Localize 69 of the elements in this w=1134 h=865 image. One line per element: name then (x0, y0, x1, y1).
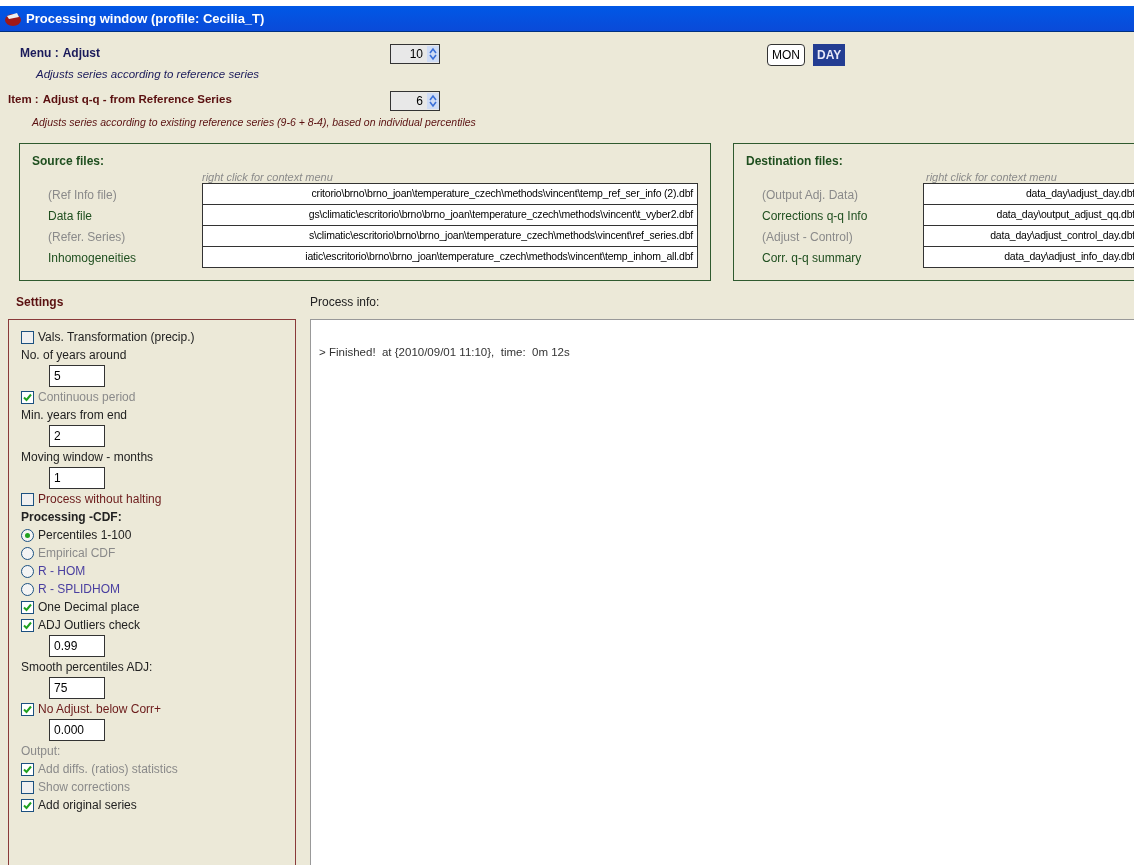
checkbox[interactable] (21, 492, 34, 506)
setting-heading: Processing -CDF: (21, 509, 123, 526)
radio-button[interactable] (21, 564, 34, 578)
setting-label: Min. years from end (21, 407, 129, 424)
file-path-field[interactable]: gs\climatic\escritorio\brno\brno_joan\temperature_czech\methods\vincent\t_vyber2.dbf (202, 204, 698, 226)
file-label: (Refer. Series) (47, 228, 127, 246)
setting-label: Moving window - months (21, 449, 155, 466)
checkbox-checked[interactable] (21, 390, 34, 404)
setting-label: No. of years around (21, 347, 128, 364)
number-field[interactable]: 5 (49, 365, 105, 387)
log-line: > Finished! at {2010/09/01 11:10}, time: 0m 12s (319, 345, 571, 360)
radio-label: Percentiles 1-100 (38, 527, 132, 544)
checkbox-label: Show corrections (38, 779, 131, 796)
item-value: Adjust q-q - from Reference Series (42, 92, 232, 108)
checkbox-checked[interactable] (21, 798, 34, 812)
number-field[interactable]: 0.000 (49, 719, 105, 741)
checkbox-label: No Adjust. below Corr+ (38, 701, 162, 718)
spin-arrows-icon (427, 93, 439, 110)
settings-title: Settings (15, 294, 65, 311)
radio-label: R - HOM (38, 563, 86, 580)
checkbox-checked[interactable] (21, 762, 34, 776)
process-info-title: Process info: (310, 294, 381, 311)
number-field[interactable]: 0.99 (49, 635, 105, 657)
window-title: Processing window (profile: Cecilia_T) (26, 9, 265, 28)
hint-text: right click for context menu (926, 170, 1057, 184)
menu-value: Adjust (62, 45, 100, 62)
file-label: Corrections q-q Info (761, 207, 869, 225)
file-label: (Ref Info file) (47, 186, 118, 204)
file-path-field[interactable]: iatic\escritorio\brno\brno_joan\temperature_czech\methods\vincent\temp_inhom_all.dbf (202, 246, 698, 268)
period-toggle[interactable]: DAY (813, 44, 846, 66)
spin-arrows-icon (427, 46, 439, 62)
file-label: Inhomogeneities (47, 249, 138, 267)
checkbox-label: Continuous period (38, 389, 136, 406)
checkbox-checked[interactable] (21, 618, 34, 632)
menu-description: Adjusts series according to reference series (34, 67, 261, 82)
number-spinner[interactable]: 10 (390, 44, 440, 64)
number-field[interactable]: 75 (49, 677, 105, 699)
radio-label: R - SPLIDHOM (38, 581, 120, 598)
item-description: Adjusts series according to existing reference series (9-6 + 8-4), based on individual percentiles (30, 115, 477, 131)
radio-label: Empirical CDF (38, 545, 116, 562)
checkbox-label: Add diffs. (ratios) statistics (38, 761, 178, 778)
number-field[interactable]: 2 (49, 425, 105, 447)
hint-text: right click for context menu (202, 170, 333, 184)
checkbox-label: ADJ Outliers check (38, 617, 141, 634)
setting-label: Output: (21, 743, 62, 760)
file-label: (Output Adj. Data) (761, 186, 860, 204)
radio-button[interactable] (21, 546, 34, 560)
number-field[interactable]: 1 (49, 467, 105, 489)
file-label: (Adjust - Control) (761, 228, 854, 246)
period-toggle[interactable]: MON (767, 44, 805, 66)
checkbox-label: One Decimal place (38, 599, 140, 616)
checkbox-label: Add original series (38, 797, 137, 814)
menu-label: Menu : (20, 45, 59, 62)
radio-button[interactable] (21, 528, 34, 542)
checkbox-checked[interactable] (21, 702, 34, 716)
checkbox-label: Process without halting (38, 491, 162, 508)
file-label: Data file (47, 207, 94, 225)
panel-title: Destination files: (746, 153, 844, 170)
number-spinner[interactable]: 6 (390, 91, 440, 112)
checkbox[interactable] (21, 330, 34, 344)
checkbox-label: Vals. Transformation (precip.) (38, 329, 195, 346)
radio-button[interactable] (21, 582, 34, 596)
checkbox[interactable] (21, 780, 34, 794)
app-icon (4, 10, 22, 27)
panel-title: Source files: (32, 153, 106, 170)
checkbox-checked[interactable] (21, 600, 34, 614)
item-label: Item : (8, 92, 39, 108)
file-label: Corr. q-q summary (761, 249, 863, 267)
setting-label: Smooth percentiles ADJ: (21, 659, 154, 676)
